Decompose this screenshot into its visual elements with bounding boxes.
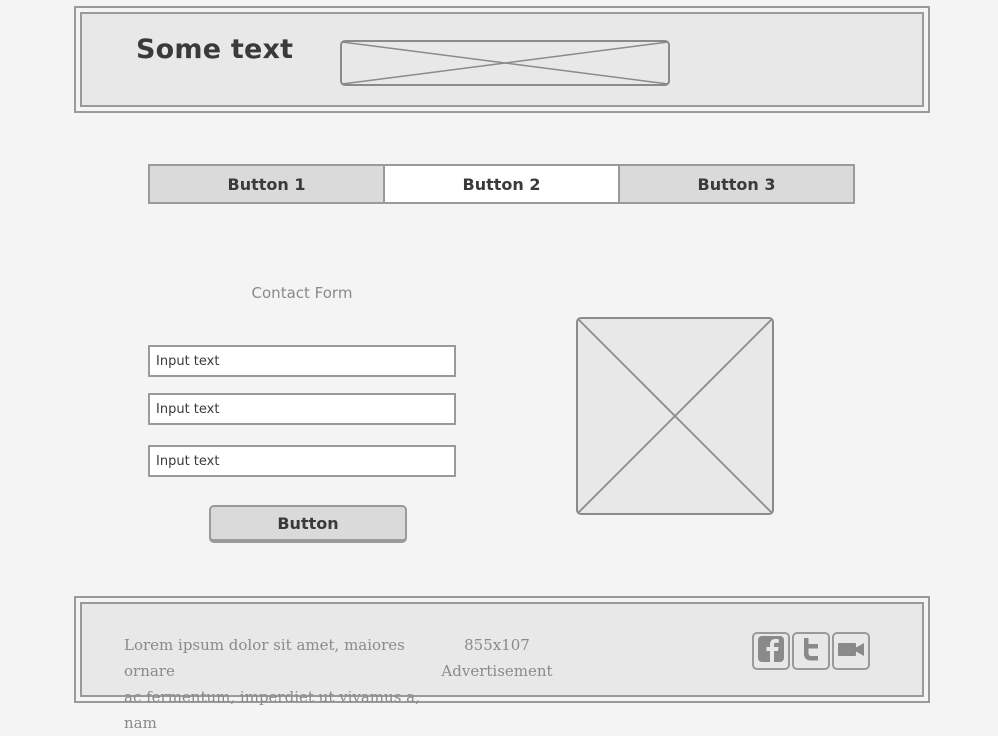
contact-input-1[interactable] [148,345,456,377]
advertisement: 855x107 Advertisement [432,632,562,684]
ad-label: Advertisement [441,662,553,680]
twitter-icon [797,635,825,667]
contact-input-2[interactable] [148,393,456,425]
facebook-button[interactable] [752,632,790,670]
tab-button-2[interactable]: Button 2 [383,164,620,204]
footer-lorem-line-1: Lorem ipsum dolor sit amet, maiores orna… [124,636,405,680]
tab-button-1[interactable]: Button 1 [148,164,385,204]
video-button[interactable] [832,632,870,670]
contact-form-title: Contact Form [251,284,353,302]
contact-input-3[interactable] [148,445,456,477]
footer-lorem-line-2: ac fermentum, imperdiet ut vivamus a, na… [124,688,420,732]
header-banner: Some text [74,6,930,113]
video-camera-icon [836,637,866,665]
footer-lorem-text: Lorem ipsum dolor sit amet, maiores orna… [124,632,444,736]
facebook-icon [757,635,785,667]
twitter-button[interactable] [792,632,830,670]
header-panel: Some text [80,12,924,107]
submit-button[interactable]: Button [209,505,407,543]
image-placeholder [576,317,774,515]
header-image-placeholder [340,40,670,86]
footer: Lorem ipsum dolor sit amet, maiores orna… [74,596,930,732]
footer-panel: Lorem ipsum dolor sit amet, maiores orna… [80,602,924,732]
tab-bar: Button 1 Button 2 Button 3 [148,164,855,204]
tab-button-3[interactable]: Button 3 [618,164,855,204]
page-title: Some text [136,34,294,65]
ad-size: 855x107 [464,636,530,654]
